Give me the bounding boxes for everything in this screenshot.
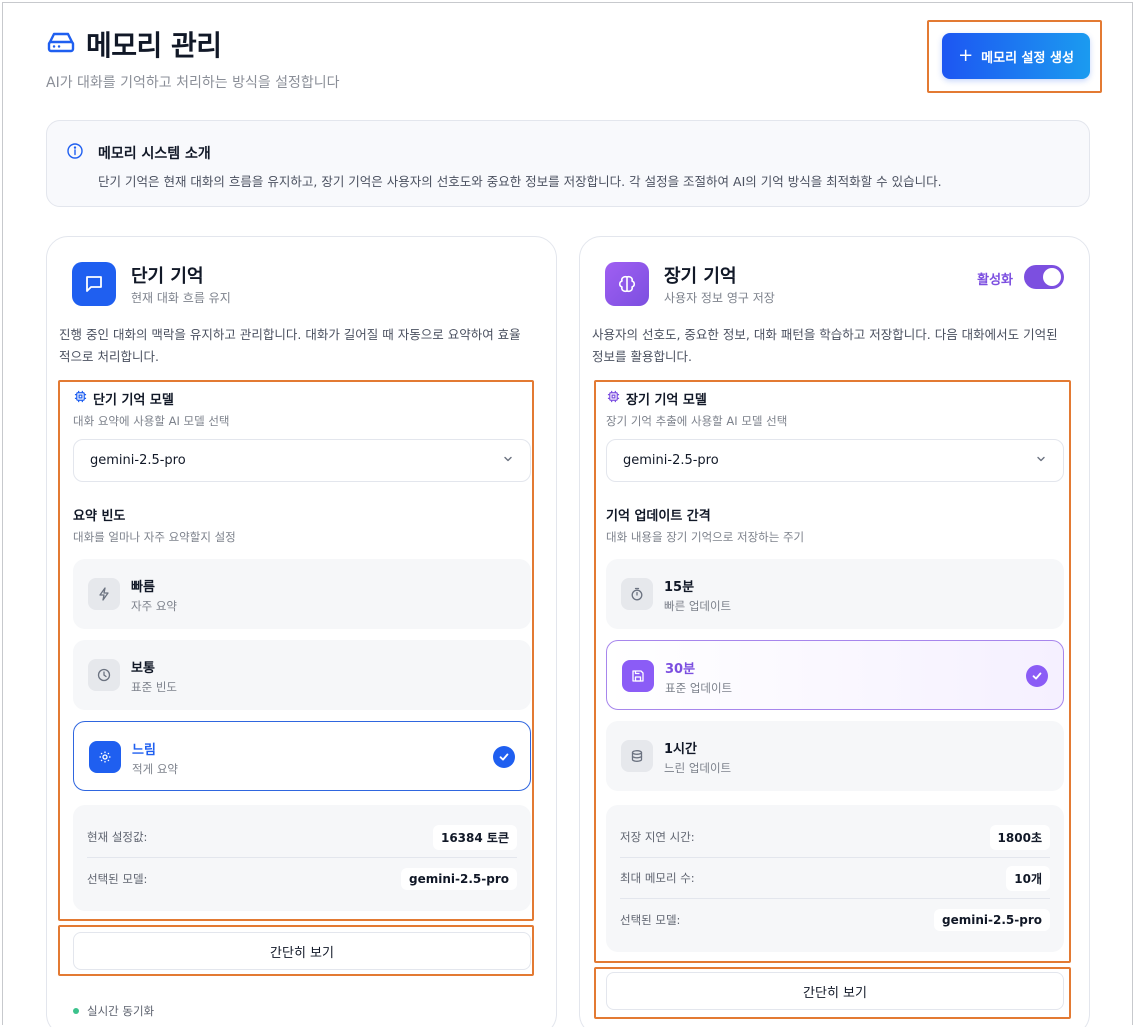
hard-drive-icon [46,30,76,58]
option-sub: 표준 업데이트 [665,681,733,695]
long-term-summary: 저장 지연 시간: 1800초 최대 메모리 수: 10개 선택된 모델: ge… [606,805,1064,952]
select-value: gemini-2.5-pro [623,453,719,468]
summary-row: 현재 설정값: 16384 토큰 [87,817,517,858]
summary-row: 선택된 모델: gemini-2.5-pro [87,858,517,899]
short-term-description: 진행 중인 대화의 맥락을 유지하고 관리합니다. 대화가 길어질 때 자동으로… [59,327,521,364]
page-title: 메모리 관리 [46,24,222,64]
intro-panel: 메모리 시스템 소개 단기 기억은 현재 대화의 흐름을 유지하고, 장기 기억… [46,120,1090,207]
option-sub: 느린 업데이트 [664,761,732,775]
frequency-option-slow[interactable]: 느림 적게 요약 [73,721,531,791]
brain-icon [605,262,649,306]
interval-option-30min[interactable]: 30분 표준 업데이트 [606,640,1064,710]
create-button-label: 메모리 설정 생성 [981,50,1074,66]
intro-title: 메모리 시스템 소개 [98,146,211,162]
option-label: 느림 [132,743,156,758]
frequency-option-fast[interactable]: 빠름 자주 요약 [73,559,531,629]
short-term-title: 단기 기억 [131,266,204,287]
create-memory-settings-button[interactable]: + 메모리 설정 생성 [942,33,1090,79]
short-term-model-sub: 대화 요약에 사용할 AI 모델 선택 [73,414,230,428]
option-sub: 표준 빈도 [131,680,177,694]
long-term-model-title: 장기 기억 모델 [607,389,707,408]
long-term-title: 장기 기억 [664,266,737,287]
save-icon [622,660,654,692]
interval-option-15min[interactable]: 15분 빠른 업데이트 [606,559,1064,629]
summary-row: 선택된 모델: gemini-2.5-pro [620,899,1050,940]
lightning-icon [88,578,120,610]
chevron-down-icon [1035,453,1047,469]
update-interval-sub: 대화 내용을 장기 기억으로 저장하는 주기 [606,530,805,544]
chevron-down-icon [502,453,514,469]
long-term-description: 사용자의 선호도, 중요한 정보, 대화 패턴을 학습하고 저장합니다. 다음 … [592,327,1058,364]
short-term-model-title: 단기 기억 모델 [74,389,174,408]
check-icon [1026,665,1048,687]
info-icon [67,143,83,163]
plus-icon: + [958,45,974,66]
interval-option-1hour[interactable]: 1시간 느린 업데이트 [606,721,1064,791]
timer-icon [621,578,653,610]
update-interval-title: 기억 업데이트 간격 [606,509,711,524]
select-value: gemini-2.5-pro [90,453,186,468]
toggle-label: 활성화 [977,273,1013,288]
summary-frequency-sub: 대화를 얼마나 자주 요약할지 설정 [73,530,236,544]
clock-icon [88,659,120,691]
cpu-icon [74,390,87,407]
page-subtitle: AI가 대화를 기억하고 처리하는 방식을 설정합니다 [46,75,340,91]
option-sub: 빠른 업데이트 [664,599,732,613]
option-label: 1시간 [664,742,697,757]
summary-frequency-title: 요약 빈도 [73,509,126,524]
option-label: 15분 [664,580,695,595]
long-term-subtitle: 사용자 정보 영구 저장 [664,291,775,305]
short-term-summary: 현재 설정값: 16384 토큰 선택된 모델: gemini-2.5-pro [73,805,531,911]
frequency-option-normal[interactable]: 보통 표준 빈도 [73,640,531,710]
intro-description: 단기 기억은 현재 대화의 흐름을 유지하고, 장기 기억은 사용자의 선호도와… [98,174,942,189]
chat-bubble-icon [72,262,116,306]
short-term-subtitle: 현재 대화 흐름 유지 [131,291,231,305]
option-sub: 자주 요약 [131,599,177,613]
option-label: 빠름 [131,580,155,595]
gear-icon [89,741,121,773]
long-term-simple-view-button[interactable]: 간단히 보기 [606,972,1064,1010]
option-label: 보통 [131,661,155,676]
check-icon [493,746,515,768]
page-title-text: 메모리 관리 [86,29,222,62]
long-term-model-select[interactable]: gemini-2.5-pro [606,439,1064,482]
summary-row: 최대 메모리 수: 10개 [620,858,1050,899]
short-term-model-select[interactable]: gemini-2.5-pro [73,439,531,482]
cpu-icon [607,390,620,407]
long-term-enable-toggle[interactable] [1024,265,1064,289]
database-icon [621,740,653,772]
sync-status: 실시간 동기화 [73,1003,154,1019]
option-label: 30분 [665,662,696,677]
short-term-simple-view-button[interactable]: 간단히 보기 [73,932,531,970]
long-term-model-sub: 장기 기억 추출에 사용할 AI 모델 선택 [606,414,788,428]
summary-row: 저장 지연 시간: 1800초 [620,817,1050,858]
status-dot [73,1008,79,1014]
short-term-memory-card: 단기 기억 현재 대화 흐름 유지 진행 중인 대화의 맥락을 유지하고 관리합… [46,236,557,1027]
option-sub: 적게 요약 [132,762,178,776]
long-term-memory-card: 장기 기억 사용자 정보 영구 저장 활성화 사용자의 선호도, 중요한 정보,… [579,236,1090,1027]
